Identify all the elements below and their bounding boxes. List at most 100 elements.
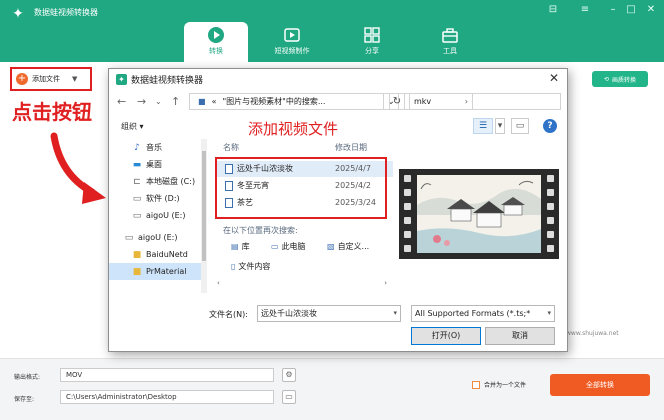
app-logo-icon: ✦ <box>12 6 24 22</box>
nav-item-label: aigoU (E:) <box>138 233 178 242</box>
chevron-down-icon[interactable]: ▼ <box>72 75 77 83</box>
close-icon[interactable]: ✕ <box>644 4 658 15</box>
output-format-select[interactable]: MOV <box>60 368 274 382</box>
preview-thumbnail-image <box>417 175 541 253</box>
folder-icon[interactable]: ▭ <box>282 390 296 404</box>
computer-icon: ▭ <box>271 242 279 251</box>
quality-convert-button[interactable]: ⟲ 画质转换 <box>592 71 648 87</box>
save-path-field[interactable]: C:\Users\Administrator\Desktop <box>60 390 274 404</box>
horizontal-scrollbar[interactable]: ‹ › <box>217 279 387 289</box>
search-location-library[interactable]: ▤ 库 <box>231 241 250 252</box>
video-preview <box>399 169 559 259</box>
scroll-thumb[interactable] <box>202 151 206 261</box>
column-date[interactable]: 修改日期 <box>335 142 367 153</box>
preview-pane-icon[interactable]: ▭ <box>511 118 529 134</box>
navigation-pane: ♪ 音乐 ▬ 桌面 ⊏ 本地磁盘 (C:) ▭ 软件 (D:) ▭ aigoU (E:) … <box>109 139 207 293</box>
close-icon[interactable]: ✕ <box>549 71 559 85</box>
nav-item-usb-e[interactable]: ▭ aigoU (E:) <box>109 229 201 246</box>
filetype-value: All Supported Formats (*.ts;* <box>415 309 531 318</box>
tab-short-video[interactable]: 短视频制作 <box>260 22 324 62</box>
music-icon: ♪ <box>134 143 140 153</box>
up-icon[interactable]: ↑ <box>171 95 180 108</box>
tab-tools[interactable]: 工具 <box>418 22 482 62</box>
format-settings-icon[interactable]: ⚙ <box>282 368 296 382</box>
view-options-icon[interactable]: ▾ <box>495 118 505 134</box>
refresh-icon[interactable]: ↻ <box>389 93 405 110</box>
plus-icon: + <box>16 73 28 85</box>
cancel-button[interactable]: 取消 <box>485 327 555 345</box>
filetype-select[interactable]: All Supported Formats (*.ts;* ▾ <box>411 305 555 322</box>
nav-item-desktop[interactable]: ▬ 桌面 <box>109 156 201 173</box>
folder-icon: ■ <box>132 250 142 260</box>
drive-icon: ▭ <box>132 194 142 204</box>
film-hole <box>404 175 411 182</box>
filename-input[interactable]: 远处千山浓淡妆 ▾ <box>257 305 401 322</box>
checkbox-box[interactable] <box>472 380 480 389</box>
minimize-icon[interactable]: ⊟ <box>546 4 560 15</box>
chevron-down-icon[interactable]: ▾ <box>393 306 397 321</box>
restore-icon[interactable]: – <box>606 4 620 15</box>
save-to-label: 保存至: <box>14 396 35 403</box>
convert-all-button[interactable]: 全部转换 <box>550 374 650 396</box>
search-location-computer[interactable]: ▭ 此电脑 <box>271 241 306 252</box>
nav-item-label: aigoU (E:) <box>146 211 186 220</box>
help-icon[interactable]: ? <box>543 119 557 133</box>
nav-item-label: 软件 (D:) <box>146 194 180 203</box>
film-hole <box>404 245 411 252</box>
tab-label: 工具 <box>443 47 457 55</box>
organize-menu[interactable]: 组织 ▾ <box>121 121 144 132</box>
menu-icon[interactable]: ≡ <box>578 4 592 15</box>
merge-checkbox[interactable]: 合并为一个文件 <box>472 380 526 389</box>
library-icon: ▤ <box>231 242 239 251</box>
search-location-file-contents[interactable]: ▯ 文件内容 <box>231 261 270 272</box>
film-hole <box>404 217 411 224</box>
tab-share[interactable]: 分享 <box>340 22 404 62</box>
nav-item-label: 音乐 <box>146 143 162 152</box>
open-button[interactable]: 打开(O) <box>411 327 481 345</box>
nav-item-drive-c[interactable]: ⊏ 本地磁盘 (C:) <box>109 173 201 190</box>
address-path: "图片与视频素材"中的搜索... <box>222 97 326 106</box>
column-name[interactable]: 名称 <box>223 142 239 153</box>
location-label: 自定义... <box>337 242 370 251</box>
nav-scrollbar[interactable] <box>201 139 207 293</box>
maximize-icon[interactable]: □ <box>624 4 638 15</box>
add-file-button[interactable]: + 添加文件 ▼ <box>14 71 88 87</box>
scroll-right-icon[interactable]: › <box>384 279 387 287</box>
annotation-click-button: 点击按钮 <box>12 100 92 124</box>
add-file-label: 添加文件 <box>32 75 60 83</box>
back-icon[interactable]: ← <box>117 95 126 108</box>
location-label: 此电脑 <box>281 242 306 251</box>
tab-label: 转换 <box>209 47 223 55</box>
film-hole <box>547 189 554 196</box>
nav-item-prmaterial[interactable]: ■ PrMaterial <box>109 263 201 280</box>
tab-convert[interactable]: 转换 <box>184 22 248 62</box>
chevron-down-icon[interactable]: ▾ <box>547 306 551 321</box>
film-hole <box>547 175 554 182</box>
film-hole <box>404 231 411 238</box>
usb-drive-icon: ▭ <box>124 233 134 243</box>
film-hole <box>547 217 554 224</box>
nav-item-drive-e[interactable]: ▭ aigoU (E:) <box>109 207 201 224</box>
folder-icon: ■ <box>132 267 142 277</box>
chevron-down-icon[interactable]: ⌄ <box>155 97 162 106</box>
search-input[interactable]: mkv <box>409 93 561 110</box>
watermark: www.shujuwa.net <box>566 330 619 337</box>
nav-item-label: PrMaterial <box>146 267 187 276</box>
tab-label: 分享 <box>365 47 379 55</box>
scroll-left-icon[interactable]: ‹ <box>217 279 220 287</box>
open-file-dialog: ✦ 数据蛙视频转换器 ✕ ← → ⌄ ↑ ■ « "图片与视频素材"中的搜索..… <box>108 68 568 352</box>
view-list-icon[interactable]: ☰ <box>473 118 493 134</box>
merge-label: 合并为一个文件 <box>484 382 527 389</box>
output-format-label: 输出格式: <box>14 374 41 381</box>
location-label: 文件内容 <box>238 262 271 271</box>
desktop-icon: ▬ <box>132 160 142 170</box>
nav-item-baidunetdisk[interactable]: ■ BaiduNetd <box>109 246 201 263</box>
film-hole <box>547 245 554 252</box>
search-location-custom[interactable]: ▧ 自定义... <box>327 241 369 252</box>
nav-item-music[interactable]: ♪ 音乐 <box>109 139 201 156</box>
forward-icon[interactable]: → <box>137 95 146 108</box>
filename-value: 远处千山浓淡妆 <box>261 309 317 318</box>
nav-item-drive-d[interactable]: ▭ 软件 (D:) <box>109 190 201 207</box>
search-results-icon: ■ <box>198 97 206 106</box>
nav-item-label: BaiduNetd <box>146 250 188 259</box>
